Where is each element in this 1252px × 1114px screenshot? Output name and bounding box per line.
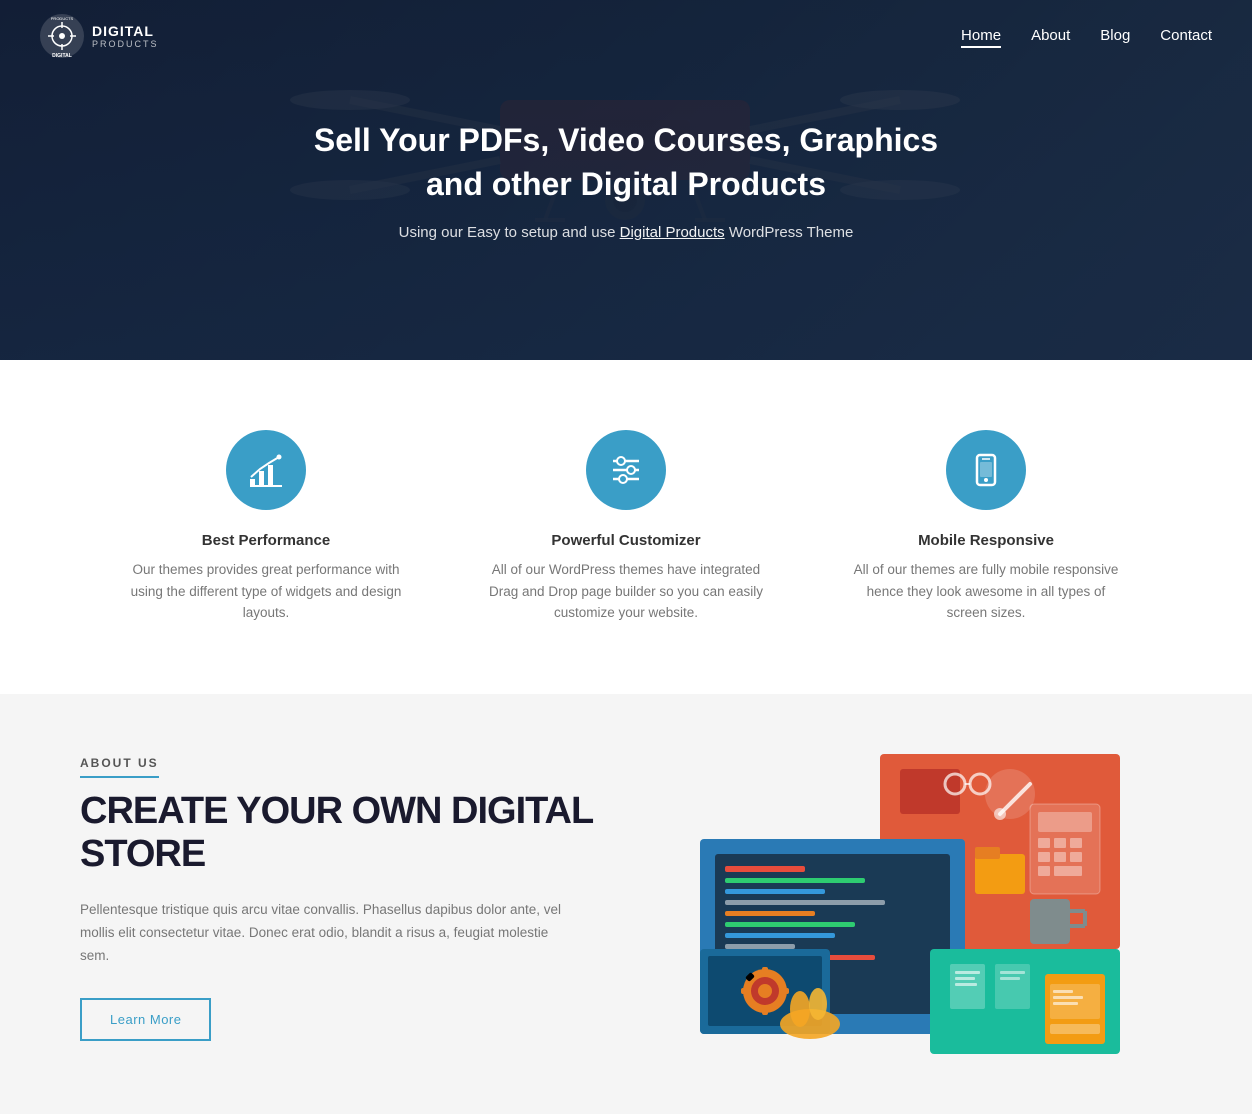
logo-text-sub: PRODUCTS xyxy=(92,39,159,49)
feature-best-performance: Best Performance Our themes provides gre… xyxy=(86,420,446,634)
feature-title-mobile-responsive: Mobile Responsive xyxy=(846,532,1126,549)
about-section: ABOUT US CREATE YOUR OWN DIGITAL STORE P… xyxy=(0,694,1252,1114)
navbar: DIGITAL PRODUCTS DIGITAL PRODUCTS Home A… xyxy=(0,0,1252,72)
feature-title-powerful-customizer: Powerful Customizer xyxy=(486,532,766,549)
about-illustration xyxy=(700,754,1120,1054)
nav-item-contact[interactable]: Contact xyxy=(1160,27,1212,45)
hero-subtitle-link[interactable]: Digital Products xyxy=(620,224,725,241)
nav-link-contact[interactable]: Contact xyxy=(1160,27,1212,44)
nav-link-blog[interactable]: Blog xyxy=(1100,27,1130,44)
hero-subtitle: Using our Easy to setup and use Digital … xyxy=(314,224,938,241)
feature-icon-best-performance xyxy=(226,430,306,510)
logo-icon: DIGITAL PRODUCTS xyxy=(40,14,84,58)
digital-store-svg xyxy=(700,754,1120,1054)
nav-link-about[interactable]: About xyxy=(1031,27,1070,44)
feature-desc-powerful-customizer: All of our WordPress themes have integra… xyxy=(486,559,766,624)
about-heading-line1: CREATE YOUR OWN DIGITAL xyxy=(80,790,593,832)
hero-title: Sell Your PDFs, Video Courses, Graphicsa… xyxy=(314,119,938,205)
about-label: ABOUT US xyxy=(80,756,159,778)
nav-links: Home About Blog Contact xyxy=(961,27,1212,45)
logo[interactable]: DIGITAL PRODUCTS DIGITAL PRODUCTS xyxy=(40,14,159,58)
feature-mobile-responsive: Mobile Responsive All of our themes are … xyxy=(806,420,1166,634)
nav-link-home[interactable]: Home xyxy=(961,27,1001,48)
nav-item-blog[interactable]: Blog xyxy=(1100,27,1130,45)
feature-powerful-customizer: Powerful Customizer All of our WordPress… xyxy=(446,420,806,634)
logo-text-main: DIGITAL xyxy=(92,23,159,39)
chart-icon xyxy=(247,451,285,489)
features-section: Best Performance Our themes provides gre… xyxy=(0,360,1252,694)
feature-desc-mobile-responsive: All of our themes are fully mobile respo… xyxy=(846,559,1126,624)
feature-icon-mobile-responsive xyxy=(946,430,1026,510)
nav-item-home[interactable]: Home xyxy=(961,27,1001,45)
nav-item-about[interactable]: About xyxy=(1031,27,1070,45)
about-content: ABOUT US CREATE YOUR OWN DIGITAL STORE P… xyxy=(80,754,660,1041)
learn-more-button[interactable]: Learn More xyxy=(80,998,211,1041)
about-heading-line2: STORE xyxy=(80,833,205,875)
feature-desc-best-performance: Our themes provides great performance wi… xyxy=(126,559,406,624)
mobile-icon xyxy=(967,451,1005,489)
about-heading: CREATE YOUR OWN DIGITAL STORE xyxy=(80,790,660,877)
svg-text:DIGITAL: DIGITAL xyxy=(52,53,72,58)
about-image xyxy=(700,754,1120,1054)
svg-text:PRODUCTS: PRODUCTS xyxy=(51,16,74,21)
sliders-icon xyxy=(607,451,645,489)
feature-title-best-performance: Best Performance xyxy=(126,532,406,549)
feature-icon-powerful-customizer xyxy=(586,430,666,510)
hero-content: Sell Your PDFs, Video Courses, Graphicsa… xyxy=(294,119,958,240)
